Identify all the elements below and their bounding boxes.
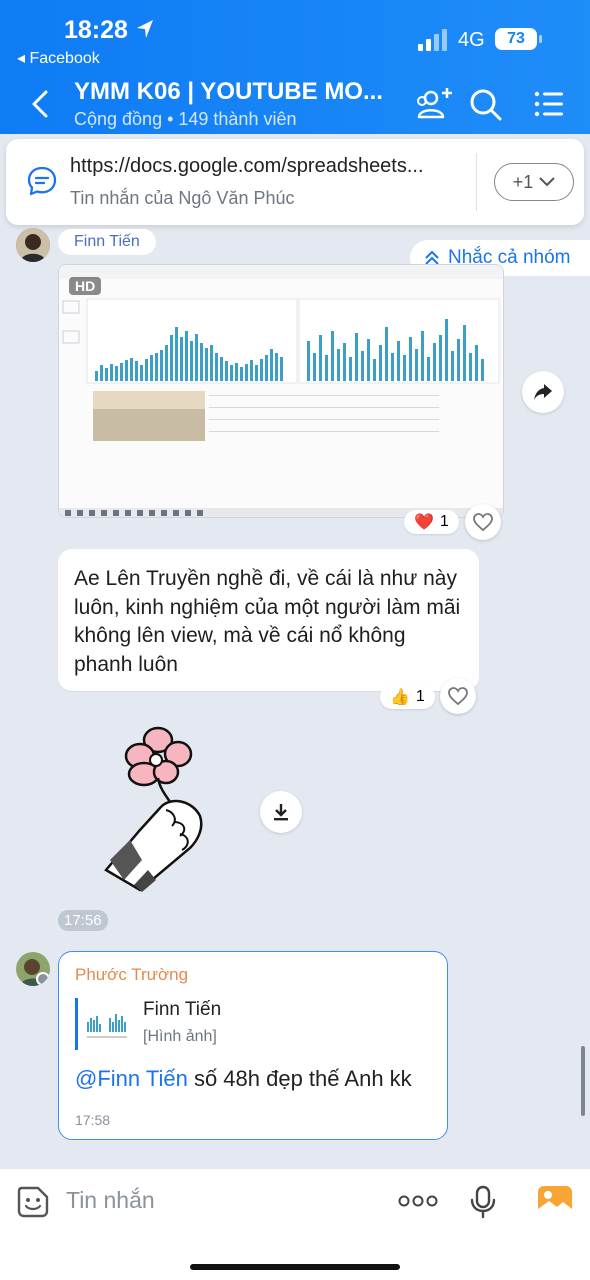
chat-bubble-icon	[27, 166, 57, 196]
back-to-facebook-link[interactable]: ◂ Facebook	[17, 48, 100, 68]
sender-name[interactable]: Phước Trường	[75, 965, 188, 985]
avatar-image	[16, 952, 50, 986]
youtube-analytics-screenshot	[59, 265, 503, 517]
pinned-subtitle: Tin nhắn của Ngô Văn Phúc	[70, 188, 295, 208]
chat-header: 18:28 ◂ Facebook 4G 73 YMM K06 | YOUTUBE…	[0, 0, 590, 134]
sticker-icon[interactable]	[16, 1185, 50, 1219]
back-icon[interactable]	[24, 84, 58, 124]
reaction-count: 1	[439, 513, 449, 530]
thumbs-up-emoji: 👍	[390, 689, 410, 706]
microphone-icon[interactable]	[470, 1185, 496, 1219]
chevron-down-icon	[539, 177, 555, 187]
quote-bar	[75, 998, 78, 1050]
group-subtitle: Cộng đồng • 149 thành viên	[74, 109, 297, 129]
menu-list-icon[interactable]	[530, 84, 570, 124]
avatar-image	[16, 228, 50, 262]
add-member-icon[interactable]	[414, 84, 454, 124]
flower-sticker[interactable]	[100, 720, 215, 895]
mention-link[interactable]: @Finn Tiến	[75, 1066, 188, 1091]
download-icon	[274, 804, 288, 821]
share-arrow-icon	[534, 384, 552, 400]
reaction-summary[interactable]: 👍 1	[380, 685, 435, 709]
heart-outline-icon	[473, 513, 493, 532]
reply-text: @Finn Tiến số 48h đẹp thế Anh kk	[75, 1066, 412, 1092]
network-type: 4G	[458, 29, 485, 51]
message-time: 17:58	[75, 1112, 111, 1128]
message-time: 17:56	[58, 910, 108, 931]
reply-body: số 48h đẹp thế Anh kk	[187, 1066, 412, 1091]
message-input-bar: Tin nhắn	[0, 1168, 590, 1280]
reaction-summary[interactable]: ❤️ 1	[404, 510, 459, 534]
message-bubble[interactable]: Ae Lên Truyền nghề đi, về cái là như này…	[58, 549, 479, 691]
pinned-message-banner[interactable]: https://docs.google.com/spreadsheets... …	[6, 139, 584, 225]
home-indicator	[190, 1264, 400, 1270]
share-button[interactable]	[522, 371, 564, 413]
quoted-image-thumbnail[interactable]	[85, 1004, 129, 1044]
download-button[interactable]	[260, 791, 302, 833]
pinned-url[interactable]: https://docs.google.com/spreadsheets...	[70, 155, 470, 178]
quoted-type: [Hình ảnh]	[143, 1028, 217, 1045]
shared-image[interactable]: HD	[58, 264, 504, 518]
avatar[interactable]	[16, 952, 50, 986]
react-heart-button[interactable]	[465, 504, 501, 540]
search-icon[interactable]	[465, 84, 505, 124]
heart-outline-icon	[448, 687, 468, 706]
battery-indicator: 73	[495, 28, 542, 50]
divider	[476, 153, 477, 211]
react-heart-button[interactable]	[440, 678, 476, 714]
pinned-more-count: +1	[512, 171, 534, 192]
heart-emoji: ❤️	[414, 514, 434, 531]
status-time: 18:28	[64, 16, 128, 44]
reply-message-card[interactable]: Phước Trường Finn Tiến [Hình ảnh] @Finn …	[58, 951, 448, 1140]
avatar[interactable]	[16, 228, 50, 262]
more-options-icon[interactable]	[398, 1193, 438, 1209]
scrollbar[interactable]	[581, 1046, 585, 1116]
message-text: Ae Lên Truyền nghề đi, về cái là như này…	[74, 567, 461, 676]
signal-icon	[418, 29, 447, 51]
image-gallery-icon[interactable]	[537, 1185, 573, 1217]
quoted-sender: Finn Tiến	[143, 999, 222, 1020]
sender-name[interactable]: Finn Tiến	[58, 229, 156, 255]
pinned-more-button[interactable]: +1	[494, 163, 574, 201]
message-input[interactable]: Tin nhắn	[66, 1187, 155, 1214]
hd-badge: HD	[69, 277, 102, 295]
location-arrow-icon	[137, 20, 153, 38]
reaction-count: 1	[415, 688, 425, 705]
group-title[interactable]: YMM K06 | YOUTUBE MO...	[74, 78, 394, 106]
